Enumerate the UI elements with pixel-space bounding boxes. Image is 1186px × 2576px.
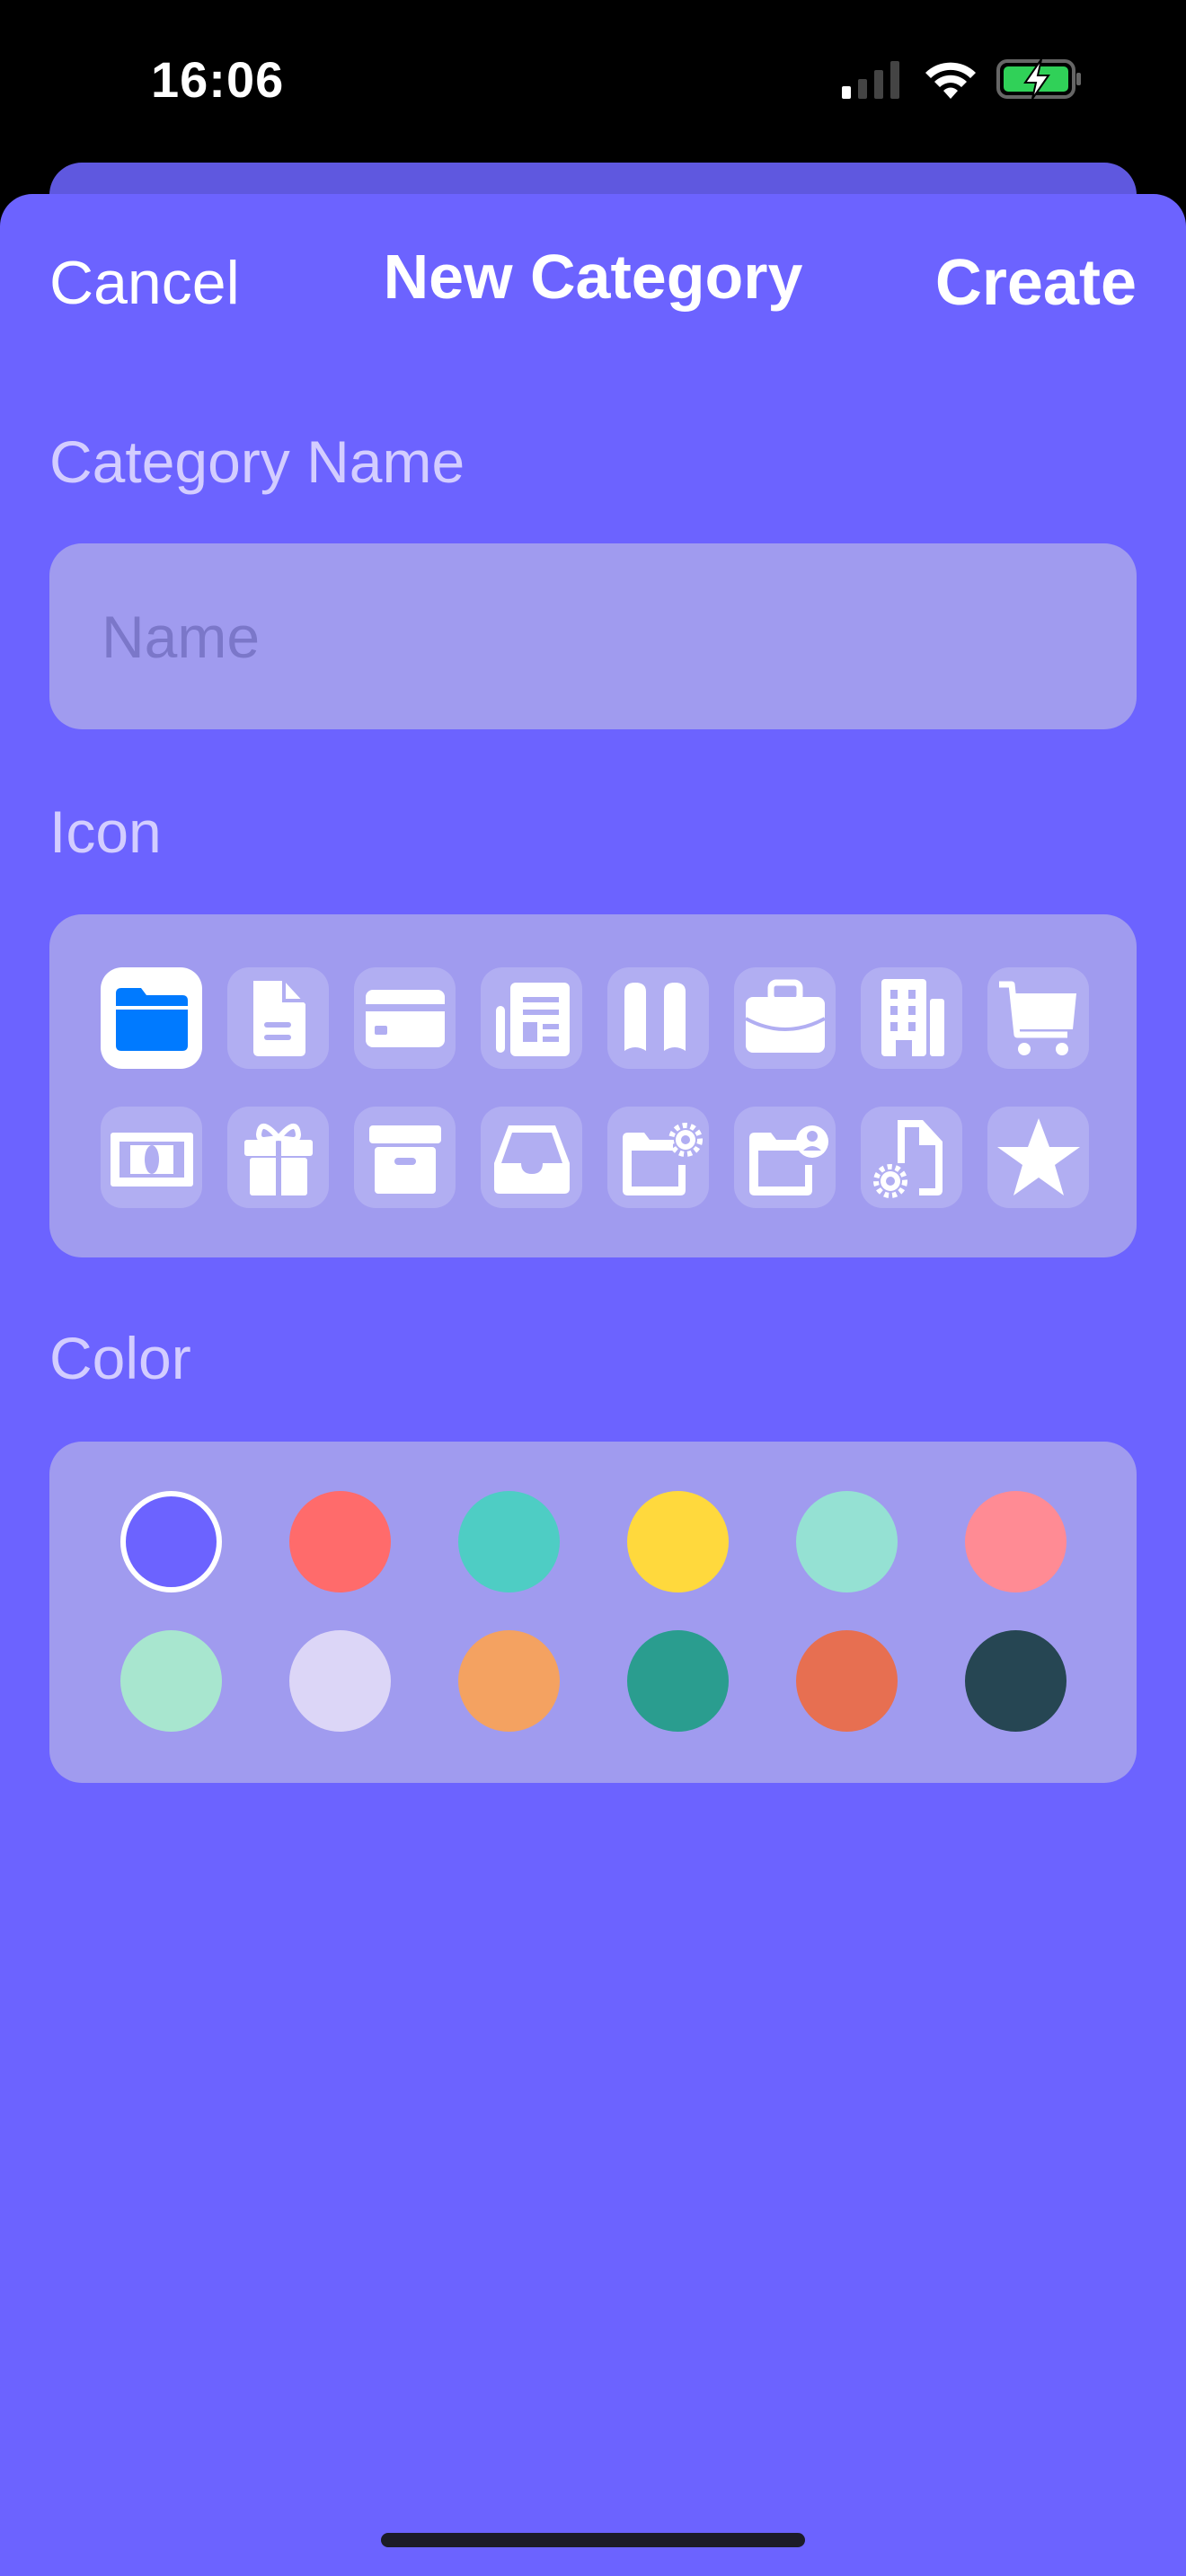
icon-option-doc-badge-gear[interactable] [861, 1107, 962, 1208]
icon-option-briefcase[interactable] [734, 967, 836, 1069]
color-swatch[interactable] [627, 1491, 729, 1592]
briefcase-icon [744, 979, 826, 1053]
battery-charging-icon [996, 58, 1081, 100]
color-swatch[interactable] [796, 1491, 898, 1592]
icon-option-banknote[interactable] [101, 1107, 202, 1208]
folder-badge-gear-icon [622, 1122, 703, 1195]
icon-option-folder-badge-gear[interactable] [607, 1107, 709, 1208]
signal-icon [842, 61, 899, 99]
archivebox-icon [368, 1125, 441, 1194]
icon-option-newspaper[interactable] [481, 967, 582, 1069]
star-icon [996, 1117, 1080, 1195]
icon-option-tray[interactable] [481, 1107, 582, 1208]
icon-option-archivebox[interactable] [354, 1107, 456, 1208]
cart-icon [998, 981, 1076, 1055]
icon-option-star[interactable] [987, 1107, 1089, 1208]
building-icon [881, 978, 944, 1056]
book-icon [624, 982, 686, 1051]
color-swatch[interactable] [627, 1630, 729, 1732]
icon-label: Icon [49, 798, 162, 865]
color-swatch[interactable] [965, 1491, 1067, 1592]
gift-icon [243, 1123, 313, 1195]
icon-option-folder[interactable] [101, 967, 202, 1069]
icon-option-cart[interactable] [987, 967, 1089, 1069]
icon-option-folder-badge-person[interactable] [734, 1107, 836, 1208]
icon-option-book[interactable] [607, 967, 709, 1069]
newspaper-icon [495, 982, 570, 1056]
home-indicator [381, 2533, 805, 2547]
icon-option-gift[interactable] [227, 1107, 329, 1208]
category-name-label: Category Name [49, 428, 465, 495]
category-name-input[interactable] [49, 543, 1137, 729]
icon-option-building[interactable] [861, 967, 962, 1069]
nav-bar: Cancel New Category Create [0, 194, 1186, 374]
tray-icon [493, 1125, 570, 1194]
icon-option-creditcard[interactable] [354, 967, 456, 1069]
color-swatch[interactable] [796, 1630, 898, 1732]
color-swatch[interactable] [120, 1630, 222, 1732]
banknote-icon [110, 1132, 193, 1187]
color-swatch[interactable] [120, 1491, 222, 1592]
color-swatch[interactable] [458, 1630, 560, 1732]
color-swatch[interactable] [289, 1491, 391, 1592]
folder-badge-person-icon [748, 1125, 828, 1195]
doc-badge-gear-icon [872, 1119, 943, 1198]
icon-option-doc[interactable] [227, 967, 329, 1069]
color-label: Color [49, 1325, 191, 1391]
color-swatch[interactable] [965, 1630, 1067, 1732]
doc-icon [252, 980, 305, 1056]
color-picker [49, 1442, 1137, 1783]
creditcard-icon [365, 989, 445, 1047]
status-time: 16:06 [151, 51, 285, 108]
icon-picker [49, 914, 1137, 1257]
create-button[interactable]: Create [935, 246, 1137, 320]
color-swatch[interactable] [458, 1491, 560, 1592]
new-category-sheet: Cancel New Category Create Category Name… [0, 194, 1186, 2576]
folder-icon [115, 987, 188, 1051]
color-swatch[interactable] [289, 1630, 391, 1732]
wifi-icon [925, 62, 976, 99]
